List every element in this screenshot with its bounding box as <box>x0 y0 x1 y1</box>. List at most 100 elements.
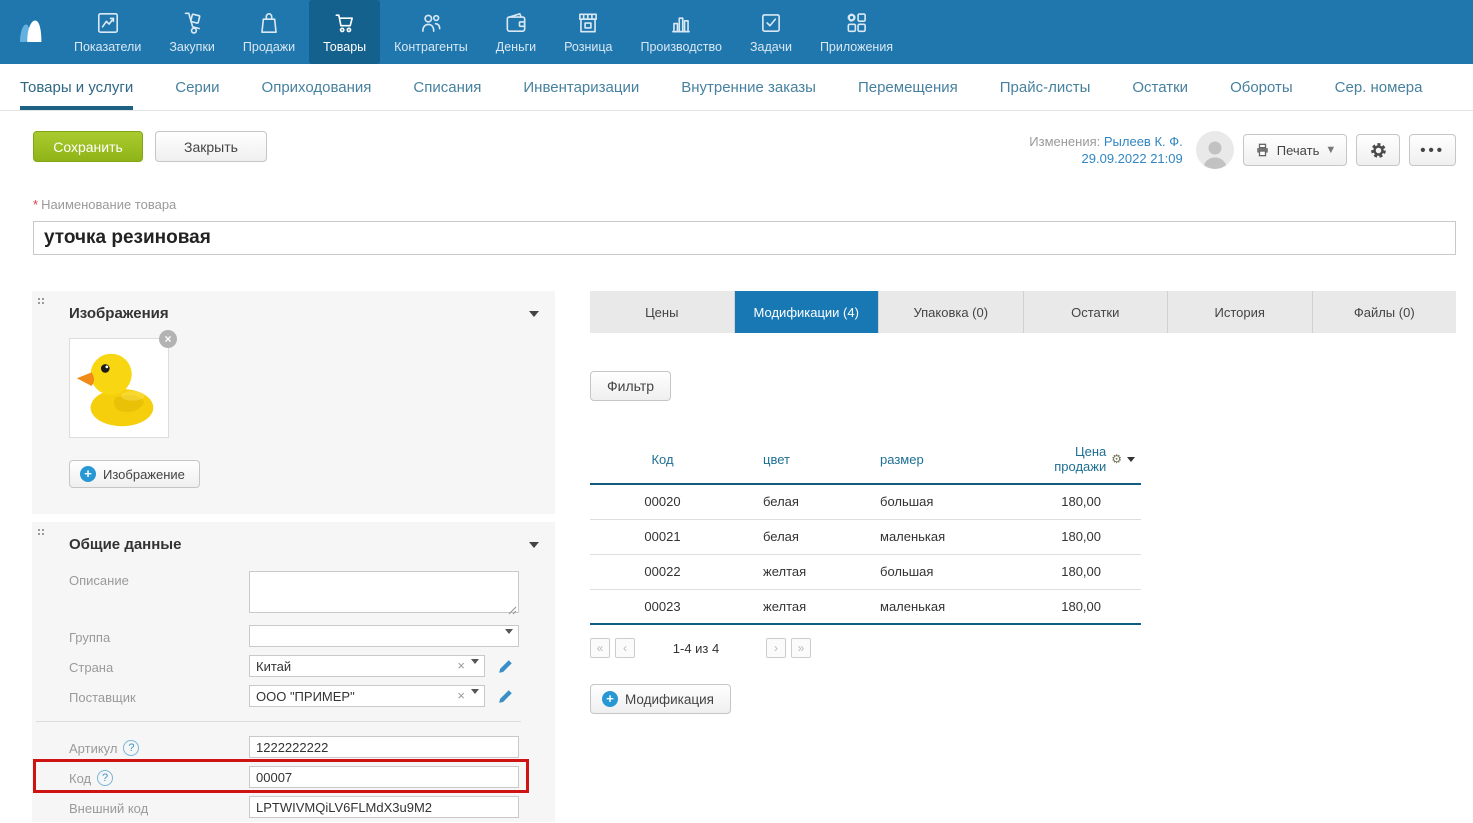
top-nav-label: Закупки <box>169 40 215 54</box>
subnav-peremescheniya[interactable]: Перемещения <box>858 64 958 110</box>
cell-color[interactable]: белая <box>735 484 850 519</box>
chevron-down-icon[interactable] <box>471 689 479 694</box>
cell-size[interactable]: большая <box>850 484 1025 519</box>
cell-code[interactable]: 00020 <box>590 484 735 519</box>
cell-code[interactable]: 00022 <box>590 554 735 589</box>
tab-istoriya[interactable]: История <box>1168 291 1313 333</box>
last-page-button[interactable]: » <box>791 638 811 658</box>
clear-icon[interactable]: × <box>457 688 465 703</box>
description-textarea[interactable] <box>249 571 519 613</box>
group-select[interactable] <box>249 625 519 647</box>
code-input[interactable] <box>249 766 519 788</box>
tab-fajly[interactable]: Файлы (0) <box>1313 291 1457 333</box>
drag-handle-icon[interactable] <box>38 298 40 300</box>
column-header-price[interactable]: Цена продажи ⚙ <box>1025 444 1141 484</box>
chevron-down-icon[interactable] <box>505 629 513 634</box>
tab-upakovka[interactable]: Упаковка (0) <box>879 291 1024 333</box>
column-header-code[interactable]: Код <box>590 444 735 484</box>
edit-supplier-button[interactable] <box>497 688 514 705</box>
factory-icon <box>668 10 694 36</box>
article-input[interactable] <box>249 736 519 758</box>
top-nav-zakupki[interactable]: Закупки <box>155 0 229 64</box>
chevron-down-icon[interactable] <box>1127 457 1135 462</box>
top-nav-roznica[interactable]: Розница <box>550 0 626 64</box>
subnav-oprihodovaniya[interactable]: Оприходования <box>262 64 372 110</box>
next-page-button[interactable]: › <box>766 638 786 658</box>
country-input[interactable] <box>249 655 485 677</box>
user-avatar[interactable] <box>1196 131 1234 169</box>
save-button[interactable]: Сохранить <box>33 131 143 162</box>
cell-color[interactable]: белая <box>735 519 850 554</box>
table-row[interactable]: 00022 желтая большая 180,00 <box>590 554 1141 589</box>
top-nav-proizvodstvo[interactable]: Производство <box>626 0 736 64</box>
more-actions-button[interactable]: ••• <box>1409 134 1456 166</box>
cell-color[interactable]: желтая <box>735 589 850 624</box>
print-button[interactable]: Печать ▼ <box>1243 134 1347 166</box>
gear-icon <box>1369 141 1388 160</box>
cell-code[interactable]: 00023 <box>590 589 735 624</box>
subnav-serii[interactable]: Серии <box>175 64 219 110</box>
top-nav-dengi[interactable]: Деньги <box>482 0 550 64</box>
product-name-input[interactable] <box>33 221 1456 255</box>
tab-ostatki[interactable]: Остатки <box>1024 291 1169 333</box>
table-row[interactable]: 00021 белая маленькая 180,00 <box>590 519 1141 554</box>
top-nav-prilozheniya[interactable]: Приложения <box>806 0 907 64</box>
top-nav-tovary[interactable]: Товары <box>309 0 380 64</box>
first-page-button[interactable]: « <box>590 638 610 658</box>
cell-price[interactable]: 180,00 <box>1025 554 1141 589</box>
edit-country-button[interactable] <box>497 658 514 675</box>
close-button[interactable]: Закрыть <box>155 131 267 162</box>
help-icon[interactable]: ? <box>123 740 139 756</box>
subnav-ser-nomera[interactable]: Сер. номера <box>1335 64 1423 110</box>
cell-size[interactable]: большая <box>850 554 1025 589</box>
subnav-tovary-i-uslugi[interactable]: Товары и услуги <box>20 64 133 110</box>
top-nav-label: Показатели <box>74 40 141 54</box>
chevron-down-icon[interactable] <box>471 659 479 664</box>
cell-size[interactable]: маленькая <box>850 589 1025 624</box>
clear-icon[interactable]: × <box>457 658 465 673</box>
filter-button[interactable]: Фильтр <box>590 371 671 401</box>
settings-button[interactable] <box>1356 134 1400 166</box>
product-image-thumbnail[interactable]: × <box>69 338 169 438</box>
cell-code[interactable]: 00021 <box>590 519 735 554</box>
subnav-oboroty[interactable]: Обороты <box>1230 64 1293 110</box>
collapse-icon[interactable] <box>529 542 539 548</box>
table-row[interactable]: 00020 белая большая 180,00 <box>590 484 1141 519</box>
sub-nav: Товары и услуги Серии Оприходования Спис… <box>0 64 1473 111</box>
top-nav-kontragenty[interactable]: Контрагенты <box>380 0 482 64</box>
cell-price[interactable]: 180,00 <box>1025 589 1141 624</box>
top-nav-pokazateli[interactable]: Показатели <box>60 0 155 64</box>
column-settings-gear-icon[interactable]: ⚙ <box>1111 453 1122 465</box>
general-data-panel: Общие данные Описание Группа <box>32 522 555 822</box>
app-logo[interactable] <box>0 0 60 64</box>
subnav-prajs-listy[interactable]: Прайс-листы <box>1000 64 1091 110</box>
remove-image-icon[interactable]: × <box>159 330 177 348</box>
changes-user-link[interactable]: Рылеев К. Ф. <box>1104 134 1183 149</box>
bag-icon <box>256 10 282 36</box>
subnav-inventarizacii[interactable]: Инвентаризации <box>523 64 639 110</box>
supplier-input[interactable] <box>249 685 485 707</box>
cell-price[interactable]: 180,00 <box>1025 484 1141 519</box>
subnav-ostatki[interactable]: Остатки <box>1132 64 1188 110</box>
help-icon[interactable]: ? <box>97 770 113 786</box>
add-modification-button[interactable]: + Модификация <box>590 684 731 714</box>
subnav-spisaniya[interactable]: Списания <box>413 64 481 110</box>
table-row[interactable]: 00023 желтая маленькая 180,00 <box>590 589 1141 624</box>
add-image-button[interactable]: + Изображение <box>69 460 200 488</box>
drag-handle-icon[interactable] <box>38 529 40 531</box>
top-nav-zadachi[interactable]: Задачи <box>736 0 806 64</box>
tab-modifikacii[interactable]: Модификации (4) <box>735 291 880 333</box>
cell-price[interactable]: 180,00 <box>1025 519 1141 554</box>
changes-datetime: 29.09.2022 21:09 <box>1029 150 1182 167</box>
cell-color[interactable]: желтая <box>735 554 850 589</box>
tab-ceny[interactable]: Цены <box>590 291 735 333</box>
resize-grip-icon[interactable] <box>508 606 517 615</box>
top-nav-prodazhi[interactable]: Продажи <box>229 0 309 64</box>
column-header-color[interactable]: цвет <box>735 444 850 484</box>
column-header-size[interactable]: размер <box>850 444 1025 484</box>
external-code-input[interactable] <box>249 796 519 818</box>
subnav-vnutrennie-zakazy[interactable]: Внутренние заказы <box>681 64 816 110</box>
cell-size[interactable]: маленькая <box>850 519 1025 554</box>
collapse-icon[interactable] <box>529 311 539 317</box>
prev-page-button[interactable]: ‹ <box>615 638 635 658</box>
